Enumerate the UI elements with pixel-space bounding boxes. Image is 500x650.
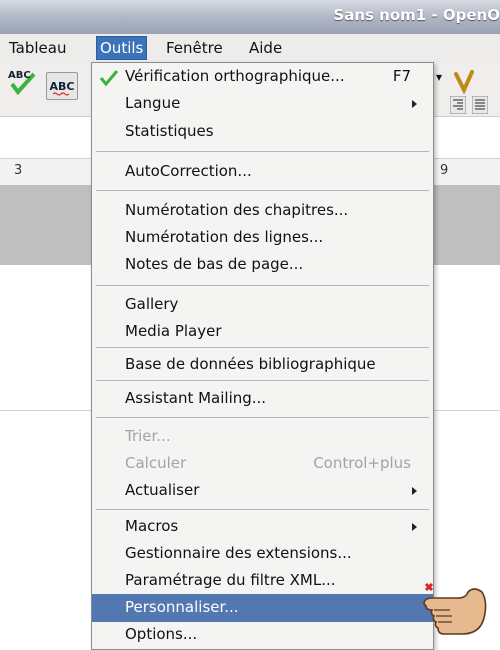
outils-menu: Vérification orthographique... F7 Langue… xyxy=(91,62,434,650)
menu-separator xyxy=(96,417,429,418)
menu-item-options[interactable]: Options... xyxy=(92,621,433,649)
menu-item-personnaliser[interactable]: Personnaliser... xyxy=(92,594,433,622)
pointing-hand-cursor-icon xyxy=(423,582,487,635)
menu-separator xyxy=(96,509,429,510)
spellcheck-button[interactable]: ABC xyxy=(6,70,40,96)
menu-item-chapter-numbering[interactable]: Numérotation des chapitres... xyxy=(92,197,433,225)
menu-item-spellcheck[interactable]: Vérification orthographique... F7 xyxy=(92,63,433,91)
window-title: Sans nom1 - OpenO xyxy=(333,6,500,24)
dropdown-arrow-icon[interactable]: ▾ xyxy=(436,70,442,84)
menu-item-actualiser[interactable]: Actualiser xyxy=(92,477,433,505)
menu-item-trier: Trier... xyxy=(125,427,171,445)
menu-item-bibliography[interactable]: Base de données bibliographique xyxy=(92,351,433,379)
menu-tableau[interactable]: Tableau xyxy=(6,38,70,58)
submenu-arrow-icon xyxy=(412,100,417,108)
menu-aide[interactable]: Aide xyxy=(246,38,285,58)
menu-item-calculer: Calculer Control+plus xyxy=(125,454,411,472)
brush-icon[interactable] xyxy=(452,68,476,94)
autospellcheck-button[interactable]: ABC xyxy=(46,72,78,100)
menu-separator xyxy=(96,347,429,348)
menu-separator xyxy=(96,380,429,381)
menu-fenetre[interactable]: Fenêtre xyxy=(163,38,226,58)
menu-separator xyxy=(96,151,429,152)
menu-separator xyxy=(96,190,429,191)
menu-item-footnotes[interactable]: Notes de bas de page... xyxy=(92,251,433,279)
justify-icon[interactable] xyxy=(472,96,488,114)
menu-item-line-numbering[interactable]: Numérotation des lignes... xyxy=(92,224,433,252)
menu-item-langue[interactable]: Langue xyxy=(92,90,433,118)
title-bar: Sans nom1 - OpenO xyxy=(0,0,500,34)
menu-item-statistiques[interactable]: Statistiques xyxy=(92,118,433,146)
menu-item-extension-manager[interactable]: Gestionnaire des extensions... xyxy=(92,540,433,568)
submenu-arrow-icon xyxy=(412,487,417,495)
menu-item-macros[interactable]: Macros xyxy=(92,513,433,541)
menubar: Tableau Outils Fenêtre Aide xyxy=(0,34,500,63)
align-right-icon[interactable] xyxy=(450,96,466,114)
menu-item-autocorrection[interactable]: AutoCorrection... xyxy=(92,158,433,186)
wavy-underline-icon xyxy=(53,92,70,96)
right-toolbar-fragment: ▾ xyxy=(430,62,500,116)
menu-item-gallery[interactable]: Gallery xyxy=(92,291,433,319)
menu-separator xyxy=(96,285,429,286)
menu-outils[interactable]: Outils xyxy=(96,36,148,60)
menu-item-media-player[interactable]: Media Player xyxy=(92,318,433,346)
menu-item-xml-filter[interactable]: Paramétrage du filtre XML... xyxy=(92,567,433,595)
spellcheck-icon xyxy=(99,70,119,86)
submenu-arrow-icon xyxy=(412,523,417,531)
menu-item-mailing-wizard[interactable]: Assistant Mailing... xyxy=(92,385,433,413)
